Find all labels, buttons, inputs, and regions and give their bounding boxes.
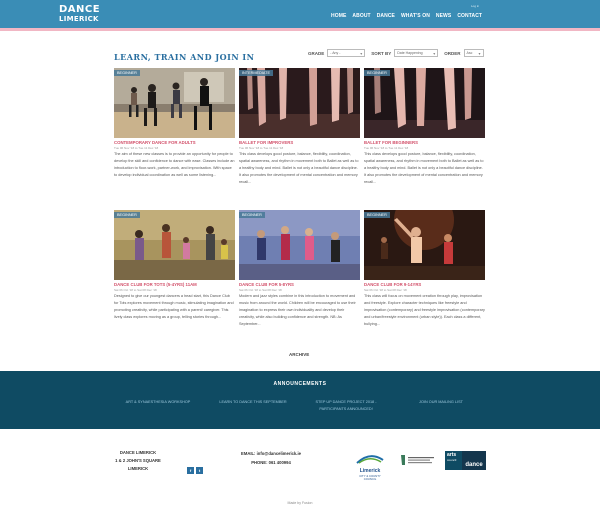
announcement-link[interactable]: LEARN TO DANCE THIS SEPTEMBER bbox=[218, 399, 288, 406]
page-title: LEARN, TRAIN AND JOIN IN bbox=[114, 52, 255, 62]
class-image[interactable]: BEGINNER bbox=[239, 210, 360, 280]
twitter-icon[interactable]: t bbox=[196, 467, 203, 474]
chevron-down-icon: ▾ bbox=[360, 50, 363, 56]
made-by-credit[interactable]: Made by Fusion bbox=[0, 501, 600, 505]
address-line: 1 & 2 JOHN'S SQUARE bbox=[115, 458, 161, 463]
class-description: Designed to give our youngest dancers a … bbox=[114, 294, 234, 319]
government-logo[interactable] bbox=[399, 453, 437, 465]
order-value: Asc bbox=[466, 51, 473, 55]
announcements-section: ANNOUNCEMENTS ART & SYNAESTHESIA WORKSHO… bbox=[0, 371, 600, 429]
grade-select[interactable]: - Any - ▾ bbox=[327, 49, 366, 57]
class-title[interactable]: DANCE CLUB FOR 9-14YRS bbox=[364, 282, 421, 287]
class-image[interactable]: BEGINNER bbox=[364, 68, 485, 138]
announcement-link[interactable]: ART & SYNAESTHESIA WORKSHOP bbox=[123, 399, 193, 406]
class-title[interactable]: DANCE CLUB FOR TOTS (5-4YRS) 11AM bbox=[114, 282, 197, 287]
sort-select[interactable]: Date Happening ▾ bbox=[394, 49, 439, 57]
nav-whats-on[interactable]: WHAT'S ON bbox=[401, 13, 430, 19]
class-title[interactable]: BALLET FOR BEGINNERS bbox=[364, 140, 418, 145]
chevron-down-icon: ▾ bbox=[478, 50, 481, 56]
class-image[interactable]: BEGINNER bbox=[114, 68, 235, 138]
level-badge: BEGINNER bbox=[114, 70, 140, 76]
announcement-link[interactable]: STEP UP DANCE PROJECT 2018 - PARTICIPANT… bbox=[311, 399, 381, 413]
class-image[interactable]: BEGINNER bbox=[114, 210, 235, 280]
arts-council-logo[interactable]: arts council bbox=[445, 451, 462, 470]
footer-address: DANCE LIMERICK 1 & 2 JOHN'S SQUARE LIMER… bbox=[113, 449, 163, 473]
class-dates: Sat 06 Oct '18 to Sat 08 Dec '18 bbox=[364, 288, 407, 292]
logo-line-1: DANCE bbox=[59, 4, 101, 15]
class-description: The aim of these new classes is to provi… bbox=[114, 152, 235, 177]
archive-link[interactable]: ARCHIVE bbox=[289, 352, 309, 357]
class-image[interactable]: INTERMEDIATE bbox=[239, 68, 360, 138]
top-bar: DANCE LIMERICK Log in HOME ABOUT DANCE W… bbox=[0, 0, 600, 31]
class-title[interactable]: CONTEMPORARY DANCE FOR ADULTS bbox=[114, 140, 196, 145]
nav-dance[interactable]: DANCE bbox=[377, 13, 395, 19]
class-description: Modern and jazz styles combine in this i… bbox=[239, 294, 356, 326]
class-dates: Tue 06 Nov '18 to Tue 11 Dec '18 bbox=[239, 146, 284, 150]
announcement-link[interactable]: JOIN OUR MAILING LIST bbox=[406, 399, 476, 406]
order-label: ORDER bbox=[444, 50, 461, 56]
class-dates: Tue 06 Nov '18 to Tue 11 Dec '18 bbox=[364, 146, 409, 150]
level-badge: BEGINNER bbox=[364, 212, 390, 218]
address-line: LIMERICK bbox=[127, 466, 149, 471]
dance-limerick-logo[interactable]: DANCE LIMERICK bbox=[59, 4, 101, 24]
footer-contact: EMAIL: info@dancelimerick.ie PHONE: 061 … bbox=[231, 449, 311, 467]
logo-line-2: LIMERICK bbox=[59, 15, 99, 23]
limerick-council-logo[interactable]: Limerick CITY & COUNTY COUNCIL bbox=[355, 451, 385, 481]
main-nav: HOME ABOUT DANCE WHAT'S ON NEWS CONTACT bbox=[331, 13, 482, 19]
dance-logo-text: dance bbox=[465, 462, 483, 468]
sort-value: Date Happening bbox=[397, 51, 423, 55]
address-line: DANCE LIMERICK bbox=[119, 450, 157, 455]
phone-number: PHONE: 061 400994 bbox=[251, 460, 291, 465]
footer: DANCE LIMERICK 1 & 2 JOHN'S SQUARE LIMER… bbox=[0, 429, 600, 515]
class-dates: Sat 06 Oct '18 to Sat 08 Dec '18 bbox=[114, 288, 157, 292]
limerick-swoosh-icon bbox=[356, 455, 384, 464]
nav-news[interactable]: NEWS bbox=[436, 13, 451, 19]
order-select[interactable]: Asc ▾ bbox=[463, 49, 484, 57]
class-title[interactable]: BALLET FOR IMPROVERS bbox=[239, 140, 293, 145]
class-title[interactable]: DANCE CLUB FOR 5-8YRS bbox=[239, 282, 294, 287]
dance-ireland-logo[interactable]: dance bbox=[462, 451, 486, 470]
social-links: f t bbox=[187, 467, 203, 474]
class-description: This class develops good posture, balanc… bbox=[364, 152, 484, 184]
nav-home[interactable]: HOME bbox=[331, 13, 346, 19]
chevron-down-icon: ▾ bbox=[433, 50, 436, 56]
class-card[interactable]: BEGINNER DANCE CLUB FOR TOTS (5-4YRS) 11… bbox=[114, 210, 235, 334]
class-dates: Tue 06 Nov '18 to Tue 11 Dec '18 bbox=[114, 146, 159, 150]
class-card[interactable]: BEGINNER DANCE CLUB FOR 5-8YRS Sat 06 Oc… bbox=[239, 210, 360, 334]
class-card[interactable]: INTERMEDIATE BALLET FOR IMPROVERS Tue 06… bbox=[239, 68, 360, 192]
grade-value: - Any - bbox=[330, 51, 341, 55]
class-card[interactable]: BEGINNER BALLET FOR BEGINNERS Tue 06 Nov… bbox=[364, 68, 485, 192]
class-description: This class develops good posture, balanc… bbox=[239, 152, 359, 184]
logo-limerick-sub: COUNCIL bbox=[363, 477, 377, 481]
login-link[interactable]: Log in bbox=[471, 4, 479, 8]
sort-label: SORT BY bbox=[371, 50, 392, 56]
filter-bar: GRADE - Any - ▾ SORT BY Date Happening ▾ O… bbox=[308, 49, 484, 57]
class-dates: Sat 06 Oct '18 to Sat 08 Dec '18 bbox=[239, 288, 282, 292]
class-card[interactable]: BEGINNER DANCE CLUB FOR 9-14YRS Sat 06 O… bbox=[364, 210, 485, 334]
level-badge: BEGINNER bbox=[114, 212, 140, 218]
announcements-heading: ANNOUNCEMENTS bbox=[273, 381, 327, 387]
class-card[interactable]: BEGINNER CONTEMPORARY DANCE FOR ADULTS T… bbox=[114, 68, 235, 192]
email-link[interactable]: EMAIL: info@dancelimerick.ie bbox=[231, 449, 311, 458]
level-badge: BEGINNER bbox=[239, 212, 265, 218]
grade-label: GRADE bbox=[308, 50, 325, 56]
arts-council-sub: council bbox=[447, 458, 457, 462]
nav-about[interactable]: ABOUT bbox=[352, 13, 370, 19]
class-description: This class will focus on movement creati… bbox=[364, 294, 485, 326]
level-badge: INTERMEDIATE bbox=[239, 70, 273, 76]
harp-emblem-icon bbox=[401, 455, 434, 465]
class-image[interactable]: BEGINNER bbox=[364, 210, 485, 280]
level-badge: BEGINNER bbox=[364, 70, 390, 76]
nav-contact[interactable]: CONTACT bbox=[457, 13, 482, 19]
facebook-icon[interactable]: f bbox=[187, 467, 194, 474]
